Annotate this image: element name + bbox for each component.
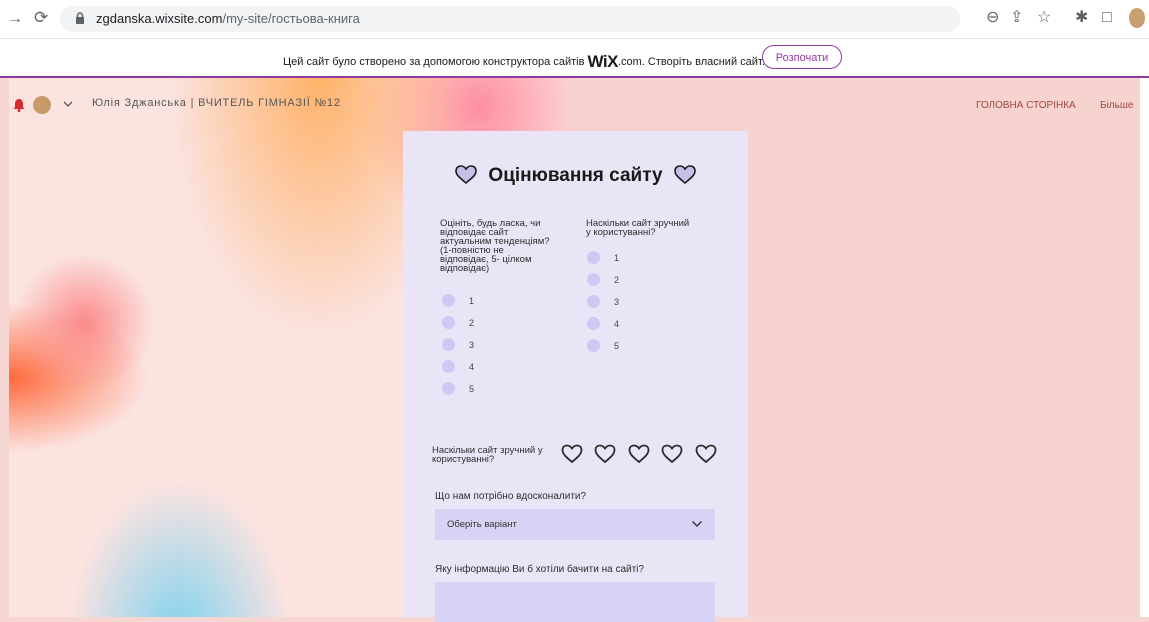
browser-toolbar: → ⟳ zgdanska.wixsite.com/my-site/гостьов… (0, 0, 1149, 39)
form-title-text: Оцінювання сайту (488, 165, 663, 186)
radio-usability-5[interactable]: 5 (587, 339, 619, 352)
start-button[interactable]: Розпочати (762, 45, 842, 69)
banner-text-after: .com. Створіть власний сайт. (617, 56, 765, 68)
radio-label: 3 (469, 340, 475, 350)
radio-circle[interactable] (587, 339, 600, 352)
forward-icon[interactable]: → (7, 11, 23, 27)
radio-trends-5[interactable]: 5 (442, 382, 474, 395)
radio-label: 5 (614, 341, 620, 351)
question-heart-rating: Наскільки сайт зручний у користуванні? (432, 445, 543, 465)
user-avatar[interactable] (33, 96, 51, 114)
rating-form: Оцінювання сайту Оцініть, будь ласка, чи… (403, 131, 748, 622)
select-placeholder: Оберіть варіант (447, 519, 517, 530)
wix-logo: WiX (587, 52, 618, 71)
info-label: Яку інформацію Ви б хотіли бачити на сай… (435, 564, 644, 575)
heart-icon (455, 165, 477, 185)
banner-text-before: Цей сайт було створено за допомогою конс… (283, 56, 585, 68)
form-title: Оцінювання сайту (403, 165, 748, 187)
radio-circle[interactable] (442, 338, 455, 351)
rating-heart-5[interactable] (695, 444, 717, 464)
radio-trends-4[interactable]: 4 (442, 360, 474, 373)
rating-heart-4[interactable] (661, 444, 683, 464)
page-edge (1140, 78, 1149, 617)
radio-circle[interactable] (442, 382, 455, 395)
heart-icon (674, 165, 696, 185)
url-text[interactable]: zgdanska.wixsite.com/my-site/гостьова-кн… (96, 11, 360, 26)
radio-usability-4[interactable]: 4 (587, 317, 619, 330)
radio-label: 5 (469, 384, 475, 394)
question-usability: Наскільки сайт зручний у користуванні? (586, 218, 690, 238)
radio-usability-3[interactable]: 3 (587, 295, 619, 308)
banner-text: Цей сайт було створено за допомогою конс… (283, 52, 765, 72)
radio-trends-3[interactable]: 3 (442, 338, 474, 351)
radio-circle[interactable] (442, 316, 455, 329)
radio-circle[interactable] (587, 317, 600, 330)
side-panel-icon[interactable]: □ (1102, 10, 1112, 26)
radio-label: 4 (469, 362, 475, 372)
radio-trends-1[interactable]: 1 (442, 294, 474, 307)
radio-label: 4 (614, 319, 620, 329)
bell-icon[interactable] (13, 98, 25, 112)
url-path: /my-site/гостьова-книга (222, 11, 360, 26)
radio-label: 3 (614, 297, 620, 307)
radio-circle[interactable] (442, 360, 455, 373)
share-icon[interactable]: ⇪ (1010, 10, 1023, 26)
profile-avatar[interactable] (1129, 8, 1145, 28)
radio-circle[interactable] (442, 294, 455, 307)
nav-home[interactable]: ГОЛОВНА СТОРІНКА (976, 100, 1076, 111)
radio-circle[interactable] (587, 295, 600, 308)
site-title: Юлія Зджанська | ВЧИТЕЛЬ ГІМНАЗІЇ №12 (92, 97, 341, 109)
radio-usability-2[interactable]: 2 (587, 273, 619, 286)
info-textarea[interactable] (435, 582, 715, 622)
rating-heart-1[interactable] (561, 444, 583, 464)
radio-circle[interactable] (587, 251, 600, 264)
radio-label: 2 (614, 275, 620, 285)
rating-heart-3[interactable] (628, 444, 650, 464)
improve-select[interactable]: Оберіть варіант (435, 509, 715, 540)
radio-label: 1 (614, 253, 620, 263)
lock-icon[interactable] (75, 12, 85, 25)
nav-more[interactable]: Більше (1100, 100, 1133, 111)
radio-trends-2[interactable]: 2 (442, 316, 474, 329)
radio-label: 2 (469, 318, 475, 328)
radio-usability-1[interactable]: 1 (587, 251, 619, 264)
question-trends: Оцініть, будь ласка, чи відповідає сайт … (440, 218, 550, 274)
reload-icon[interactable]: ⟳ (34, 9, 48, 26)
rating-heart-2[interactable] (594, 444, 616, 464)
improve-label: Що нам потрібно вдосконалити? (435, 491, 587, 502)
extensions-icon[interactable]: ✱ (1075, 10, 1088, 26)
bookmark-star-icon[interactable]: ☆ (1037, 10, 1051, 26)
chevron-down-icon (692, 521, 702, 527)
radio-circle[interactable] (587, 273, 600, 286)
zoom-icon[interactable]: ⊖ (986, 10, 999, 26)
chevron-down-icon[interactable] (63, 101, 73, 108)
wix-banner: Цей сайт було створено за допомогою конс… (0, 39, 1149, 78)
url-domain: zgdanska.wixsite.com (96, 11, 223, 26)
radio-label: 1 (469, 296, 475, 306)
